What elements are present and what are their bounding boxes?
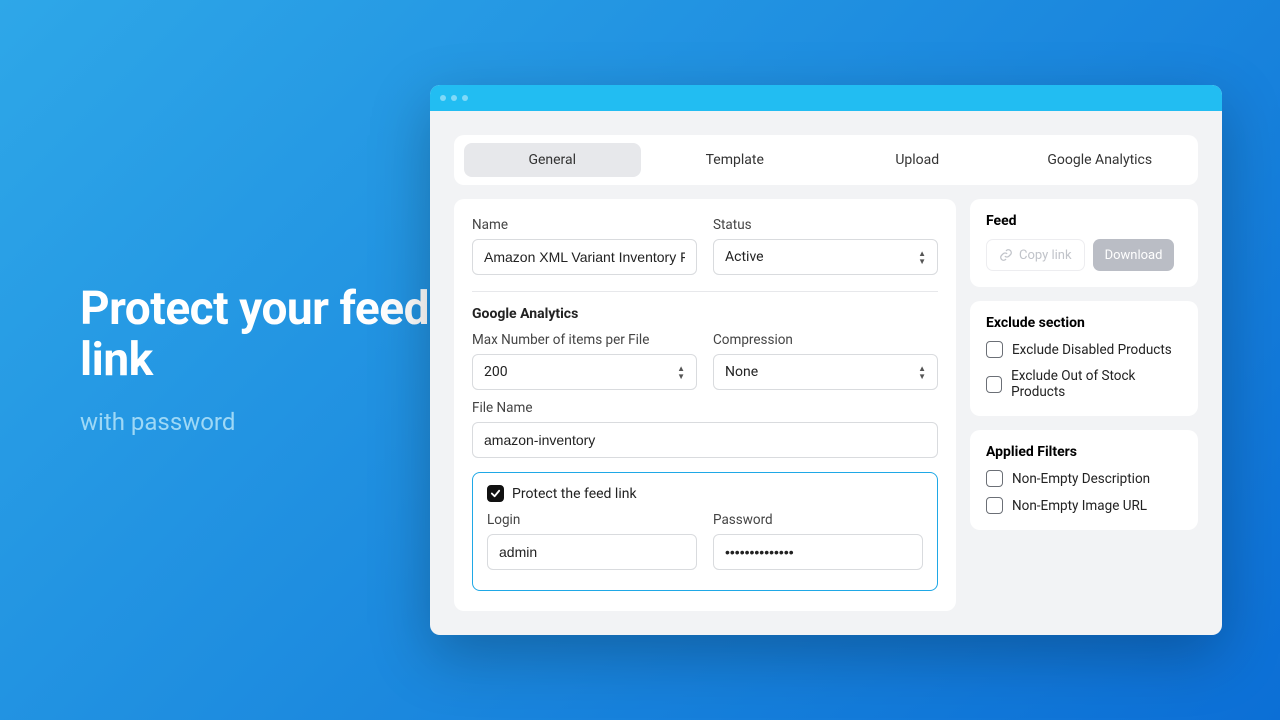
app-window: General Template Upload Google Analytics… bbox=[430, 85, 1222, 635]
chevron-updown-icon bbox=[918, 250, 926, 265]
download-label: Download bbox=[1105, 248, 1163, 263]
password-label: Password bbox=[713, 512, 923, 528]
status-select[interactable]: Active bbox=[713, 239, 938, 275]
exclude-title: Exclude section bbox=[986, 315, 1182, 331]
exclude-checkbox[interactable] bbox=[986, 376, 1002, 393]
exclude-item[interactable]: Exclude Out of Stock Products bbox=[986, 368, 1182, 400]
tab-google-analytics[interactable]: Google Analytics bbox=[1012, 143, 1189, 177]
status-value: Active bbox=[725, 249, 764, 265]
file-name-input[interactable] bbox=[472, 422, 938, 458]
filter-checkbox[interactable] bbox=[986, 497, 1003, 514]
exclude-checkbox[interactable] bbox=[986, 341, 1003, 358]
promo-headline: Protect your feed link bbox=[80, 284, 430, 385]
exclude-label: Exclude Out of Stock Products bbox=[1011, 368, 1182, 400]
password-input[interactable] bbox=[713, 534, 923, 570]
filter-checkbox[interactable] bbox=[986, 470, 1003, 487]
link-icon bbox=[999, 248, 1013, 262]
tab-upload[interactable]: Upload bbox=[829, 143, 1006, 177]
tab-template[interactable]: Template bbox=[647, 143, 824, 177]
compression-value: None bbox=[725, 364, 758, 380]
file-name-label: File Name bbox=[472, 400, 938, 416]
filter-item[interactable]: Non-Empty Image URL bbox=[986, 497, 1182, 514]
status-label: Status bbox=[713, 217, 938, 233]
filter-label: Non-Empty Description bbox=[1012, 471, 1150, 487]
divider bbox=[472, 291, 938, 292]
promo-copy: Protect your feed link with password bbox=[0, 284, 430, 435]
feed-title: Feed bbox=[986, 213, 1182, 229]
protect-feed-panel: Protect the feed link Login Password bbox=[472, 472, 938, 591]
compression-label: Compression bbox=[713, 332, 938, 348]
max-items-label: Max Number of items per File bbox=[472, 332, 697, 348]
login-label: Login bbox=[487, 512, 697, 528]
filter-item[interactable]: Non-Empty Description bbox=[986, 470, 1182, 487]
chevron-updown-icon bbox=[677, 365, 685, 380]
tab-general[interactable]: General bbox=[464, 143, 641, 177]
protect-checkbox[interactable] bbox=[487, 485, 504, 502]
promo-subline: with password bbox=[80, 408, 430, 436]
exclude-section-card: Exclude section Exclude Disabled Product… bbox=[970, 301, 1198, 416]
filters-title: Applied Filters bbox=[986, 444, 1182, 460]
check-icon bbox=[490, 488, 501, 499]
copy-link-button[interactable]: Copy link bbox=[986, 239, 1085, 271]
max-items-value: 200 bbox=[484, 364, 508, 380]
login-input[interactable] bbox=[487, 534, 697, 570]
name-label: Name bbox=[472, 217, 697, 233]
applied-filters-card: Applied Filters Non-Empty Description No… bbox=[970, 430, 1198, 530]
settings-card: Name Status Active Google Analytics bbox=[454, 199, 956, 611]
filter-label: Non-Empty Image URL bbox=[1012, 498, 1147, 514]
window-titlebar bbox=[430, 85, 1222, 111]
max-items-select[interactable]: 200 bbox=[472, 354, 697, 390]
compression-select[interactable]: None bbox=[713, 354, 938, 390]
exclude-item[interactable]: Exclude Disabled Products bbox=[986, 341, 1182, 358]
feed-actions-card: Feed Copy link Download bbox=[970, 199, 1198, 287]
download-button[interactable]: Download bbox=[1093, 239, 1175, 271]
ga-section-title: Google Analytics bbox=[472, 306, 938, 322]
protect-checkbox-label: Protect the feed link bbox=[512, 486, 637, 502]
chevron-updown-icon bbox=[918, 365, 926, 380]
copy-link-label: Copy link bbox=[1019, 248, 1072, 263]
tab-bar: General Template Upload Google Analytics bbox=[454, 135, 1198, 185]
name-input[interactable] bbox=[472, 239, 697, 275]
exclude-label: Exclude Disabled Products bbox=[1012, 342, 1172, 358]
